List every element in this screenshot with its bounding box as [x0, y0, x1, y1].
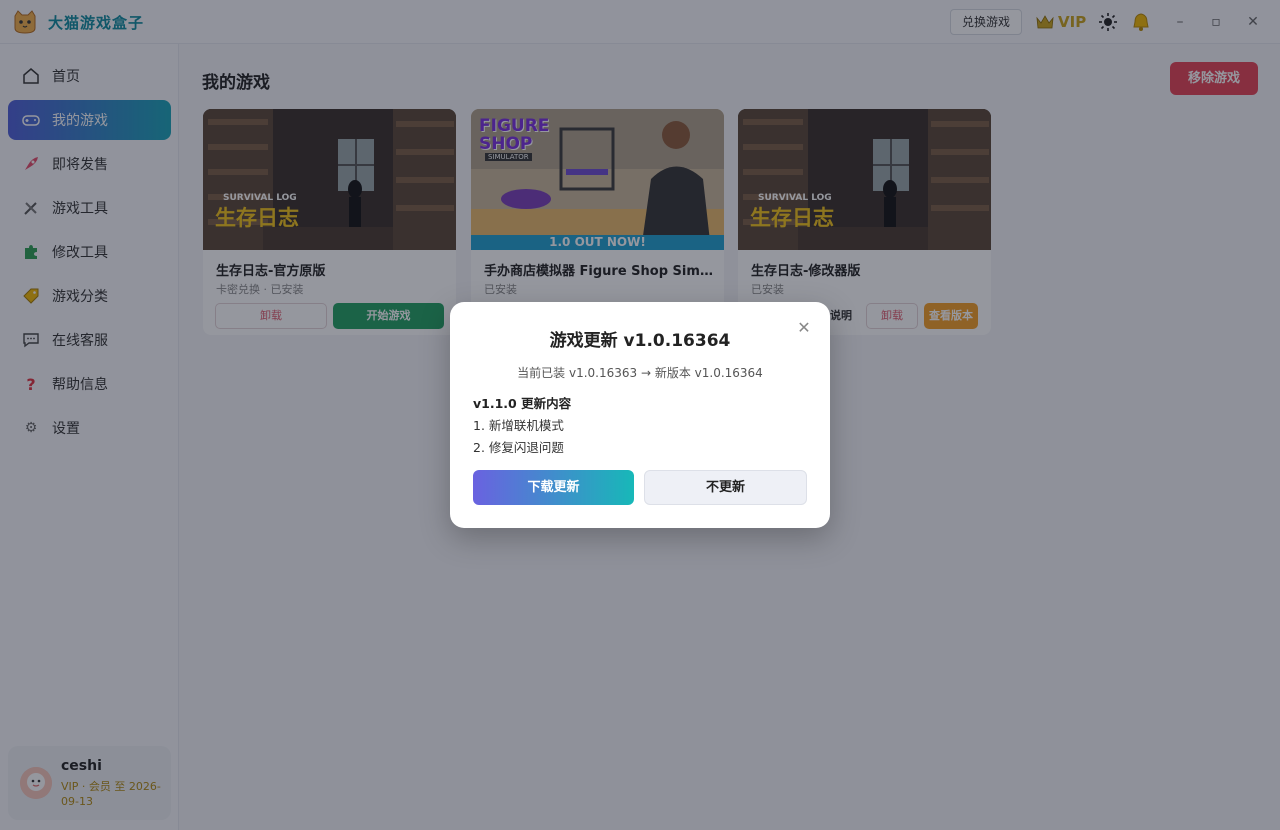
skip-update-button[interactable]: 不更新: [644, 470, 807, 505]
dialog-title: 游戏更新 v1.0.16364: [549, 331, 731, 351]
update-dialog: 游戏更新 v1.0.16364 ✕ 当前已装 v1.0.16363 → 新版本 …: [450, 302, 830, 528]
download-update-button[interactable]: 下载更新: [473, 470, 634, 505]
release-notes-title: v1.1.0 更新内容: [473, 396, 572, 411]
release-note-item: 1. 新增联机模式: [473, 418, 564, 433]
close-icon[interactable]: ✕: [795, 319, 813, 337]
version-compare: 当前已装 v1.0.16363 → 新版本 v1.0.16364: [517, 366, 763, 380]
release-note-item: 2. 修复闪退问题: [473, 440, 564, 455]
